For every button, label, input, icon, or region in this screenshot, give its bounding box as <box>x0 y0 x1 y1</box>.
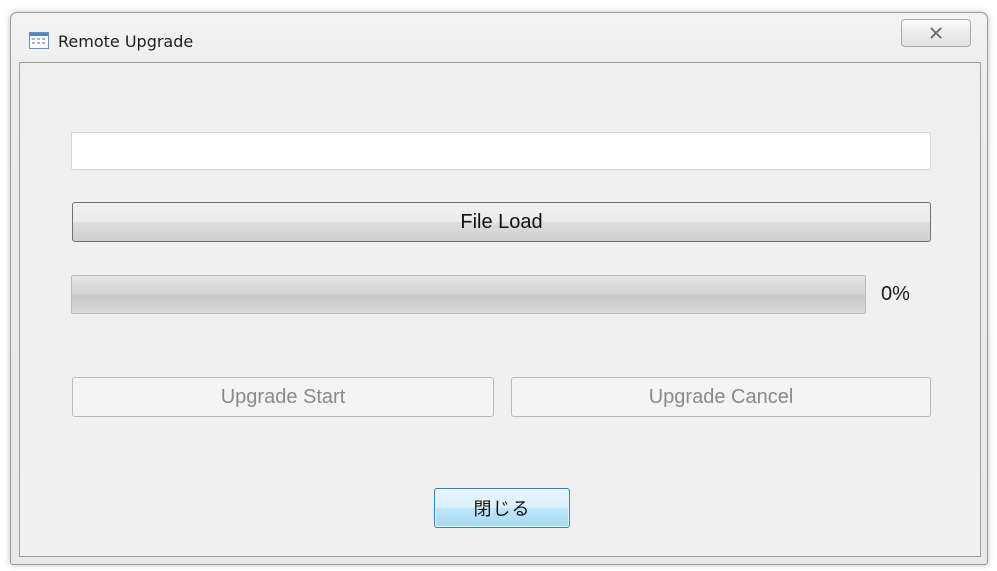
window-close-button[interactable] <box>901 19 971 47</box>
upgrade-cancel-button[interactable]: Upgrade Cancel <box>511 377 931 417</box>
upgrade-start-label: Upgrade Start <box>220 385 346 408</box>
upgrade-cancel-label: Upgrade Cancel <box>648 385 794 408</box>
close-dialog-label: 閉じる <box>473 499 531 519</box>
file-path-field[interactable] <box>71 132 931 170</box>
dialog-client-area: File Load 0% Upgrade Start Upgrade Cance… <box>19 62 981 557</box>
window-app-icon <box>29 32 49 49</box>
window-title: Remote Upgrade <box>58 32 194 51</box>
upgrade-start-button[interactable]: Upgrade Start <box>72 377 494 417</box>
upgrade-progress-bar <box>71 275 866 314</box>
close-dialog-button[interactable]: 閉じる <box>434 488 570 528</box>
remote-upgrade-window: Remote Upgrade File Load 0% Upgrade Star… <box>10 12 988 565</box>
file-load-label: File Load <box>460 210 543 233</box>
file-load-button[interactable]: File Load <box>72 202 931 242</box>
close-x-icon <box>929 24 943 43</box>
progress-percent-label: 0% <box>881 283 910 305</box>
